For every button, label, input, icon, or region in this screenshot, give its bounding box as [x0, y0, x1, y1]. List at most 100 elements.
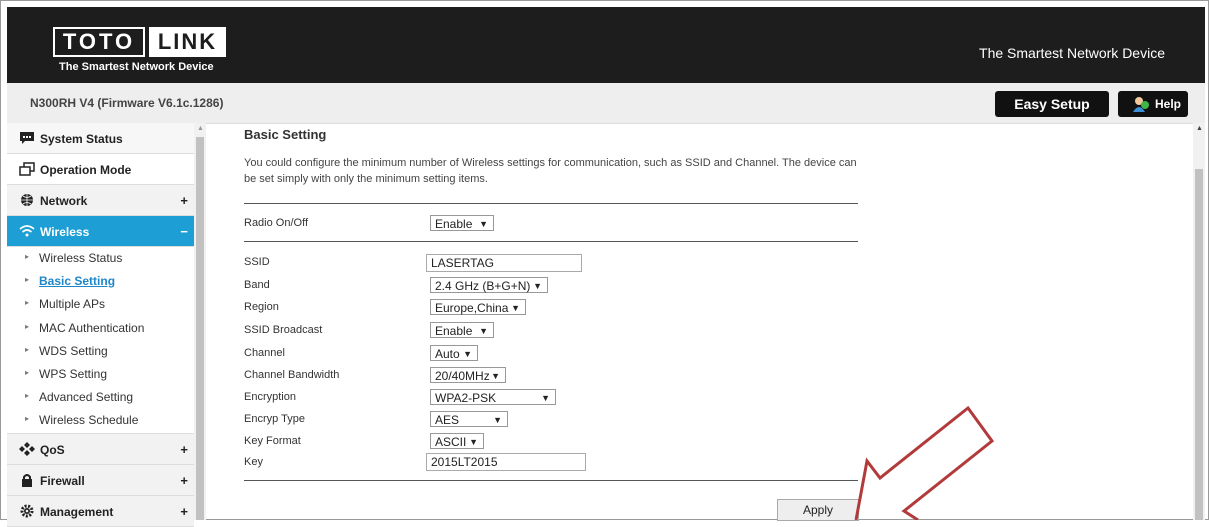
channel-bandwidth-label: Channel Bandwidth: [244, 369, 340, 381]
encryp-type-select[interactable]: AES ▼: [430, 411, 508, 427]
wifi-icon: [19, 225, 35, 237]
select-value: Enable: [435, 324, 473, 338]
submenu-label: WDS Setting: [39, 343, 108, 358]
key-format-label: Key Format: [244, 435, 301, 447]
logo-toto: TOTO: [53, 27, 145, 57]
channel-label: Channel: [244, 347, 285, 359]
menu-management[interactable]: Management +: [7, 495, 194, 527]
bullet-icon: ▸: [25, 344, 30, 354]
dropdown-arrow-icon: ▼: [463, 349, 472, 359]
dropdown-arrow-icon: ▼: [479, 219, 488, 229]
radio-select[interactable]: Enable ▼: [430, 215, 494, 231]
dropdown-arrow-icon: ▼: [479, 326, 488, 336]
qos-icon: [19, 441, 35, 456]
tagline: The Smartest Network Device: [979, 45, 1165, 61]
menu-qos[interactable]: QoS +: [7, 432, 194, 465]
key-input[interactable]: 2015LT2015: [426, 453, 586, 471]
bullet-icon: ▸: [25, 367, 30, 377]
select-value: Enable: [435, 217, 473, 231]
header: TOTO LINK The Smartest Network Device Th…: [7, 7, 1205, 83]
menu-firewall[interactable]: Firewall +: [7, 464, 194, 496]
region-select[interactable]: Europe,China ▼: [430, 299, 526, 315]
menu-network[interactable]: Network +: [7, 185, 194, 216]
bullet-icon: ▸: [25, 275, 30, 285]
logo-link: LINK: [149, 27, 226, 57]
dropdown-arrow-icon: ▼: [541, 393, 550, 403]
dropdown-arrow-icon: ▼: [493, 415, 502, 425]
help-label: Help: [1155, 97, 1182, 111]
menu-label: Wireless: [40, 225, 90, 239]
submenu-wireless-schedule[interactable]: ▸ Wireless Schedule: [7, 409, 194, 432]
scroll-up-icon[interactable]: ▲: [197, 125, 204, 132]
divider: [244, 203, 858, 204]
expand-plus-icon[interactable]: +: [180, 473, 188, 488]
logo-subtitle: The Smartest Network Device: [59, 61, 214, 73]
menu-label: System Status: [40, 132, 123, 146]
expand-plus-icon[interactable]: +: [180, 504, 188, 519]
ssid-broadcast-label: SSID Broadcast: [244, 324, 323, 336]
region-label: Region: [244, 301, 279, 313]
select-value: AES: [435, 413, 460, 427]
submenu-wds-setting[interactable]: ▸ WDS Setting: [7, 340, 194, 363]
divider: [244, 480, 858, 481]
collapse-minus-icon[interactable]: −: [180, 224, 188, 239]
content-scrollbar[interactable]: ▲: [1193, 123, 1205, 520]
expand-plus-icon[interactable]: +: [180, 442, 188, 457]
dropdown-arrow-icon: ▼: [469, 437, 478, 447]
submenu-wireless-status[interactable]: ▸ Wireless Status: [7, 247, 194, 270]
page-title: Basic Setting: [244, 127, 327, 142]
submenu-basic-setting[interactable]: ▸ Basic Setting: [7, 270, 194, 293]
channel-select[interactable]: Auto ▼: [430, 345, 478, 361]
ssid-label: SSID: [244, 256, 270, 268]
select-value: WPA2-PSK: [435, 391, 497, 405]
channel-bandwidth-select[interactable]: 20/40MHz ▼: [430, 367, 506, 383]
select-value: Auto: [435, 347, 460, 361]
dropdown-arrow-icon: ▼: [533, 281, 542, 291]
menu-label: Network: [40, 194, 88, 208]
page-description: You could configure the minimum number o…: [244, 157, 857, 185]
bullet-icon: ▸: [25, 298, 30, 308]
key-format-select[interactable]: ASCII ▼: [430, 433, 484, 449]
submenu-label: Multiple APs: [39, 297, 106, 312]
submenu-label: Wireless Schedule: [39, 413, 139, 428]
menu-label: Firewall: [40, 473, 85, 488]
menu-label: QoS: [40, 442, 65, 457]
key-label: Key: [244, 456, 263, 468]
band-select[interactable]: 2.4 GHz (B+G+N) ▼: [430, 277, 548, 293]
submenu-mac-authentication[interactable]: ▸ MAC Authentication: [7, 317, 194, 340]
divider: [244, 241, 858, 242]
help-user-icon: [1133, 97, 1149, 112]
select-value: 2.4 GHz (B+G+N): [435, 279, 531, 293]
submenu-label: Wireless Status: [39, 251, 123, 265]
annotation-arrow-icon: [854, 405, 995, 520]
totolink-logo[interactable]: TOTO LINK The Smartest Network Device: [53, 27, 229, 81]
sidebar: System Status Operation Mode Network + W…: [7, 123, 194, 527]
ssid-input[interactable]: LASERTAG: [426, 254, 582, 272]
easy-setup-button[interactable]: Easy Setup: [995, 91, 1109, 117]
expand-plus-icon[interactable]: +: [180, 193, 188, 208]
select-value: Europe,China: [435, 301, 509, 315]
ssid-broadcast-select[interactable]: Enable ▼: [430, 322, 494, 338]
submenu-advanced-setting[interactable]: ▸ Advanced Setting: [7, 386, 194, 409]
main-content: Basic Setting You could configure the mi…: [206, 123, 1193, 521]
menu-operation-mode[interactable]: Operation Mode: [7, 154, 194, 185]
menu-system-status[interactable]: System Status: [7, 123, 194, 154]
menu-label: Management: [40, 504, 114, 519]
radio-label: Radio On/Off: [244, 217, 308, 229]
submenu-multiple-aps[interactable]: ▸ Multiple APs: [7, 293, 194, 316]
menu-wireless[interactable]: Wireless −: [7, 216, 194, 247]
content-scroll-thumb[interactable]: [1195, 169, 1203, 520]
submenu-label: Basic Setting: [39, 274, 116, 289]
sidebar-scrollbar[interactable]: ▲: [194, 123, 206, 520]
select-value: ASCII: [435, 435, 467, 449]
band-label: Band: [244, 279, 270, 291]
encryp-type-label: Encryp Type: [244, 413, 305, 425]
bullet-icon: ▸: [25, 252, 30, 261]
scroll-up-icon[interactable]: ▲: [1196, 125, 1203, 132]
help-button[interactable]: Help: [1118, 91, 1188, 117]
dropdown-arrow-icon: ▼: [491, 371, 500, 381]
sidebar-scroll-thumb[interactable]: [196, 137, 204, 520]
submenu-label: MAC Authentication: [39, 320, 145, 335]
submenu-wps-setting[interactable]: ▸ WPS Setting: [7, 363, 194, 386]
encryption-select[interactable]: WPA2-PSK ▼: [430, 389, 556, 405]
